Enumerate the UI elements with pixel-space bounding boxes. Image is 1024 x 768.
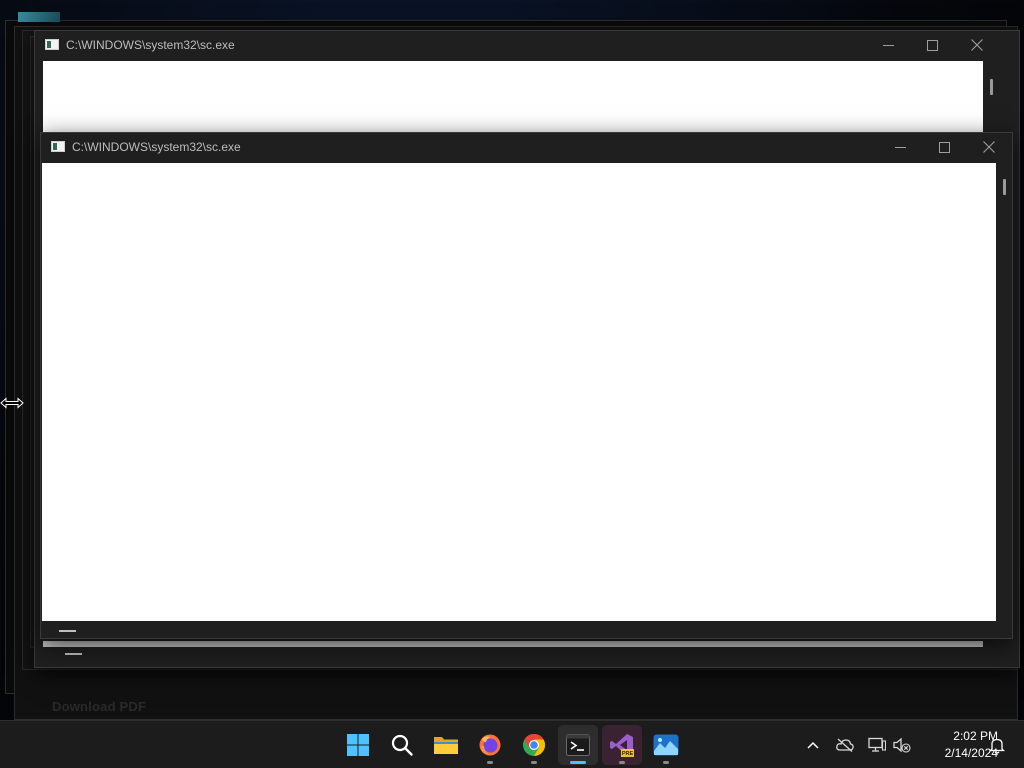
visual-studio-preview-icon: PRE — [610, 734, 634, 757]
minimize-icon — [894, 146, 906, 148]
close-icon — [971, 39, 983, 51]
firefox-button[interactable] — [470, 725, 510, 765]
search-icon — [391, 734, 413, 756]
chrome-button[interactable] — [514, 725, 554, 765]
console-app-icon — [45, 39, 59, 50]
minimize-button[interactable] — [885, 137, 915, 157]
chevron-up-icon — [807, 741, 819, 749]
console-window-front[interactable]: C:\WINDOWS\system32\sc.exe — [40, 132, 1013, 639]
active-indicator — [570, 761, 586, 764]
maximize-button[interactable] — [917, 35, 947, 55]
bell-icon — [989, 738, 1005, 754]
firefox-icon — [479, 734, 501, 756]
minimize-button[interactable] — [873, 35, 903, 55]
window-titlebar[interactable]: C:\WINDOWS\system32\sc.exe — [41, 133, 1012, 161]
minimize-icon — [882, 44, 894, 46]
chrome-icon — [523, 734, 546, 756]
search-button[interactable] — [382, 725, 422, 765]
volume-button[interactable] — [891, 721, 913, 768]
maximize-icon — [938, 141, 950, 153]
scrollbar-thumb[interactable] — [1003, 179, 1006, 195]
network-icon — [868, 737, 886, 752]
running-indicator — [487, 761, 493, 764]
background-window-tab — [18, 12, 60, 22]
close-icon — [983, 141, 995, 153]
visual-studio-preview-button[interactable]: PRE — [602, 725, 642, 765]
scrollbar-thumb[interactable] — [990, 79, 993, 95]
taskbar: PRE 2:02 PM 2/14/2024 — [0, 720, 1024, 768]
running-indicator — [663, 761, 669, 764]
console-output-area[interactable] — [42, 163, 996, 621]
windows-logo-icon — [347, 734, 369, 756]
file-explorer-button[interactable] — [426, 725, 466, 765]
folder-icon — [434, 737, 458, 754]
terminal-button[interactable] — [558, 725, 598, 765]
photos-button[interactable] — [646, 725, 686, 765]
svg-text:PRE: PRE — [622, 751, 634, 757]
start-button[interactable] — [338, 725, 378, 765]
window-title: C:\WINDOWS\system32\sc.exe — [72, 140, 241, 154]
cursor-underscore — [65, 653, 82, 655]
resize-horizontal-cursor-icon — [0, 397, 24, 409]
show-hidden-icons-button[interactable] — [802, 721, 824, 768]
maximize-icon — [926, 39, 938, 51]
onedrive-button[interactable] — [834, 721, 856, 768]
network-button[interactable] — [866, 721, 888, 768]
window-titlebar[interactable]: C:\WINDOWS\system32\sc.exe — [35, 31, 1019, 59]
background-download-text: Download PDF — [52, 699, 147, 714]
close-button[interactable] — [974, 137, 1004, 157]
console-app-icon — [51, 141, 65, 152]
cursor-underscore — [59, 630, 76, 632]
window-title: C:\WINDOWS\system32\sc.exe — [66, 38, 235, 52]
photos-icon — [653, 734, 679, 756]
running-indicator — [619, 761, 625, 764]
running-indicator — [531, 761, 537, 764]
desktop: Download PDF C:\WINDOWS\system32\sc.exe … — [0, 0, 1024, 720]
console-bottom-edge — [43, 641, 983, 647]
notifications-button[interactable] — [986, 721, 1008, 768]
close-button[interactable] — [962, 35, 992, 55]
onedrive-offline-icon — [836, 738, 854, 752]
volume-muted-icon — [893, 737, 911, 753]
maximize-button[interactable] — [929, 137, 959, 157]
terminal-icon — [566, 734, 590, 756]
